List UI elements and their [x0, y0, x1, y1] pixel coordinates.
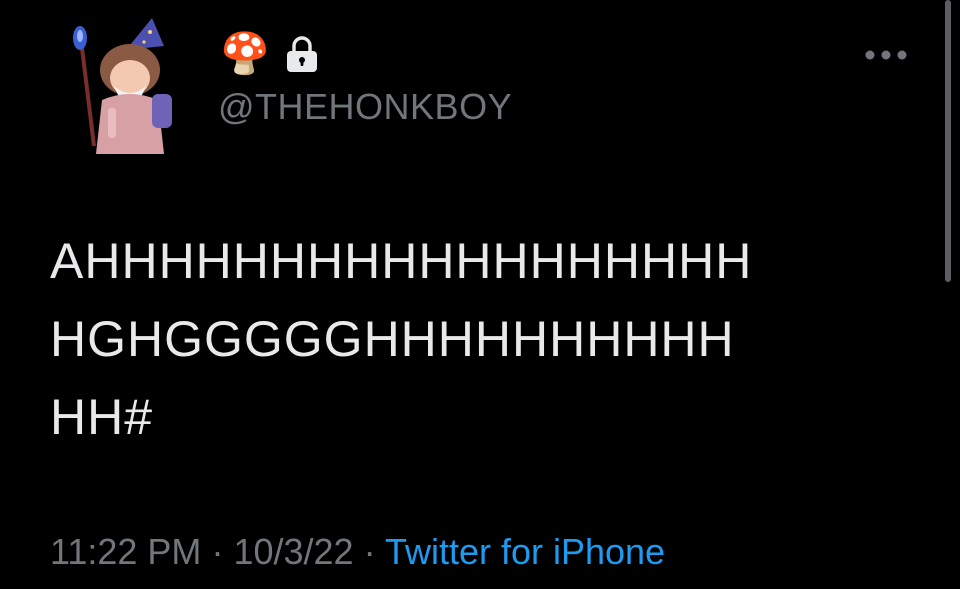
meta-separator: · — [211, 531, 224, 572]
tweet-time[interactable]: 11:22 PM — [50, 531, 201, 572]
scrollbar[interactable] — [945, 0, 951, 282]
avatar[interactable] — [64, 8, 190, 154]
tweet-date[interactable]: 10/3/22 — [233, 531, 353, 572]
more-options-button[interactable] — [862, 40, 910, 70]
user-handle[interactable]: @THEHONKBOY — [218, 86, 512, 128]
lock-icon — [286, 36, 317, 72]
tweet-source-link[interactable]: Twitter for iPhone — [385, 531, 665, 572]
tweet-text-line: AHHHHHHHHHHHHHHHHHH — [50, 233, 753, 289]
tweet-text-line: HH# — [50, 389, 154, 445]
tweet-text: AHHHHHHHHHHHHHHHHHH HGHGGGGGHHHHHHHHHH H… — [50, 222, 910, 456]
more-horizontal-icon — [865, 50, 907, 60]
tweet-text-line: HGHGGGGGHHHHHHHHHH — [50, 311, 735, 367]
display-name-emoji: 🍄 — [220, 32, 270, 76]
meta-separator: · — [363, 531, 376, 572]
tweet-metadata: 11:22 PM · 10/3/22 · Twitter for iPhone — [50, 528, 665, 576]
display-name-row[interactable]: 🍄 — [220, 28, 320, 80]
wizard-avatar-icon — [73, 18, 172, 154]
